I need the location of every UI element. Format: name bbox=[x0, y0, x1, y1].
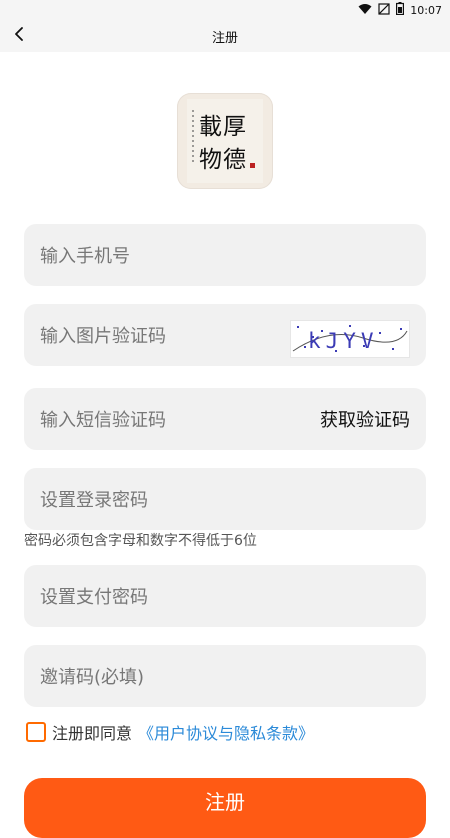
invite-code-field[interactable]: 邀请码(必填) bbox=[24, 645, 426, 707]
pay-password-placeholder: 设置支付密码 bbox=[40, 587, 148, 608]
status-icons: 10:07 bbox=[358, 2, 442, 18]
register-button-label: 注册 bbox=[205, 790, 245, 814]
agreement-row: 注册即同意 《用户协议与隐私条款》 bbox=[26, 720, 314, 744]
login-password-placeholder: 设置登录密码 bbox=[40, 490, 148, 511]
logo-char-3: 載 bbox=[199, 114, 222, 140]
status-time: 10:07 bbox=[410, 3, 442, 17]
captcha-image[interactable]: kJYV bbox=[290, 320, 410, 358]
logo-char-1: 厚 bbox=[223, 114, 246, 140]
status-bar: 10:07 bbox=[0, 0, 450, 18]
sms-code-placeholder: 输入短信验证码 bbox=[40, 410, 166, 431]
register-button[interactable]: 注册 bbox=[24, 778, 426, 838]
phone-placeholder: 输入手机号 bbox=[40, 246, 130, 267]
page-title: 注册 bbox=[211, 31, 238, 46]
app-bar: 注册 bbox=[0, 18, 450, 52]
app-logo: 厚 德 載 物 bbox=[177, 93, 273, 189]
sms-code-field[interactable]: 输入短信验证码 获取验证码 bbox=[24, 388, 426, 450]
logo-char-2: 德 bbox=[223, 147, 246, 173]
battery-icon bbox=[396, 2, 405, 18]
login-password-field[interactable]: 设置登录密码 bbox=[24, 468, 426, 530]
agreement-checkbox[interactable] bbox=[26, 722, 46, 742]
agreement-link[interactable]: 《用户协议与隐私条款》 bbox=[138, 720, 314, 744]
captcha-text: kJYV bbox=[308, 329, 379, 353]
image-code-placeholder: 输入图片验证码 bbox=[40, 326, 166, 347]
image-code-field[interactable]: 输入图片验证码 kJYV bbox=[24, 304, 426, 366]
invite-code-placeholder: 邀请码(必填) bbox=[40, 667, 145, 688]
phone-field[interactable]: 输入手机号 bbox=[24, 224, 426, 286]
logo-char-4: 物 bbox=[199, 147, 222, 173]
signal-off-icon bbox=[378, 2, 390, 18]
get-code-button[interactable]: 获取验证码 bbox=[320, 406, 410, 432]
wifi-icon bbox=[358, 3, 372, 18]
pay-password-field[interactable]: 设置支付密码 bbox=[24, 565, 426, 627]
password-hint: 密码必须包含字母和数字不得低于6位 bbox=[24, 533, 257, 549]
agreement-prefix: 注册即同意 bbox=[52, 724, 133, 743]
